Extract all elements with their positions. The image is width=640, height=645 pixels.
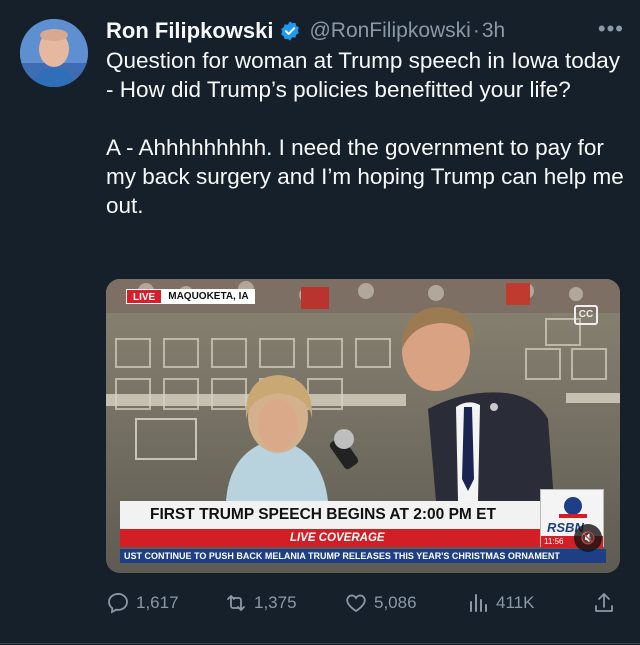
live-label: LIVE <box>126 289 163 304</box>
news-ticker: UST CONTINUE TO PUSH BACK MELANIA TRUMP … <box>120 549 606 563</box>
network-logo-icon <box>559 497 587 518</box>
repost-icon <box>227 595 245 611</box>
tweet-paragraph: Question for woman at Trump speech in Io… <box>106 48 621 102</box>
like-icon <box>346 594 366 613</box>
more-icon[interactable]: ••• <box>598 16 624 42</box>
lower-third: FIRST TRUMP SPEECH BEGINS AT 2:00 PM ET … <box>106 489 620 573</box>
repost-button[interactable]: 1,375 <box>224 591 297 615</box>
author-name[interactable]: Ron Filipkowski <box>106 18 273 44</box>
verified-icon <box>281 21 300 41</box>
live-tag: LIVE MAQUOKETA, IA <box>126 289 255 304</box>
reply-count: 1,617 <box>136 593 179 612</box>
tweet-header: Ron Filipkowski @RonFilipkowski · 3h ••• <box>106 14 624 48</box>
live-coverage-bar: LIVE COVERAGE <box>120 529 540 547</box>
reply-icon <box>108 592 128 614</box>
author-handle[interactable]: @RonFilipkowski <box>309 19 470 43</box>
share-icon <box>595 593 613 612</box>
location-label: MAQUOKETA, IA <box>162 289 255 304</box>
mute-icon[interactable]: 🔇 <box>574 524 602 552</box>
like-button[interactable]: 5,086 <box>344 591 417 615</box>
avatar-image <box>20 19 88 87</box>
separator-dot: · <box>472 19 480 42</box>
video-player[interactable]: LIVE MAQUOKETA, IA CC FIRST TRUMP SPEECH… <box>106 279 620 573</box>
share-button[interactable] <box>592 591 622 615</box>
headline-bar: FIRST TRUMP SPEECH BEGINS AT 2:00 PM ET <box>120 501 540 529</box>
action-bar: 1,617 1,375 5,086 411K <box>106 588 616 618</box>
reply-button[interactable]: 1,617 <box>106 591 179 615</box>
repost-count: 1,375 <box>254 593 297 612</box>
view-count: 411K <box>496 593 535 612</box>
divider <box>0 643 640 644</box>
post-time[interactable]: 3h <box>482 19 505 43</box>
tweet-text: Question for woman at Trump speech in Io… <box>106 46 626 249</box>
cc-icon[interactable]: CC <box>574 305 598 325</box>
like-count: 5,086 <box>374 593 417 612</box>
tweet-paragraph: A - Ahhhhhhhhh. I need the government to… <box>106 135 624 218</box>
avatar[interactable] <box>20 19 88 87</box>
views-icon <box>470 594 487 612</box>
views-button[interactable]: 411K <box>466 591 534 615</box>
